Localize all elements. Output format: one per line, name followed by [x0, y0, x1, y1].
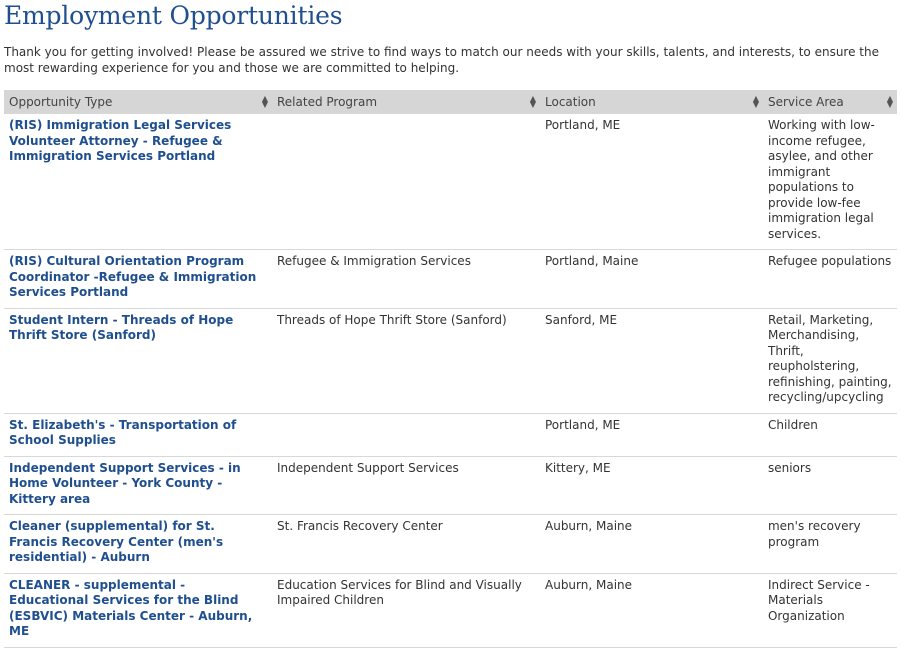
- location-cell: Auburn, Maine: [540, 573, 763, 648]
- location-cell: Auburn, Maine: [540, 514, 763, 574]
- service-area-cell: Refugee populations: [762, 249, 897, 309]
- header-opportunity-type[interactable]: Opportunity Type ▲ ▼: [4, 90, 272, 114]
- opportunity-type-cell: Cleaner (supplemental) for St. Francis R…: [4, 514, 272, 574]
- service-area-cell: seniors: [762, 456, 897, 515]
- intro-text: Thank you for getting involved! Please b…: [4, 45, 879, 75]
- table-row: (RIS) Immigration Legal Services Volunte…: [4, 114, 897, 250]
- location-cell: Kittery, ME: [540, 456, 763, 515]
- sort-updown-icon: ▲ ▼: [529, 94, 536, 109]
- opportunity-type-cell: Student Intern - Threads of Hope Thrift …: [4, 308, 272, 414]
- related-program-cell: Refugee & Immigration Services: [272, 249, 540, 309]
- page-title: Employment Opportunities: [4, 1, 343, 30]
- service-area-cell: men's recovery program: [762, 514, 897, 574]
- opportunity-type-cell: (RIS) Immigration Legal Services Volunte…: [4, 114, 272, 250]
- table-header-row: Opportunity Type ▲ ▼ Related Program ▲ ▼ L…: [4, 90, 897, 114]
- table-row: Independent Support Services - in Home V…: [4, 456, 897, 515]
- location-cell: Portland, ME: [540, 413, 763, 457]
- opportunity-link[interactable]: CLEANER - supplemental - Educational Ser…: [9, 578, 252, 639]
- related-program-cell: Threads of Hope Thrift Store (Sanford): [272, 308, 540, 414]
- header-label: Service Area: [767, 95, 844, 109]
- opportunity-link[interactable]: (RIS) Cultural Orientation Program Coord…: [9, 254, 256, 299]
- sort-updown-icon: ▲ ▼: [752, 94, 759, 109]
- sort-updown-icon: ▲ ▼: [886, 94, 893, 109]
- opportunity-type-cell: St. Elizabeth's - Transportation of Scho…: [4, 413, 272, 457]
- opportunity-link[interactable]: Independent Support Services - in Home V…: [9, 461, 241, 506]
- header-location[interactable]: Location ▲ ▼: [540, 90, 763, 114]
- related-program-cell: Independent Support Services: [272, 456, 540, 515]
- header-label: Related Program: [277, 95, 378, 109]
- service-area-cell: Retail, Marketing, Merchandising, Thrift…: [762, 308, 897, 414]
- table-row: St. Elizabeth's - Transportation of Scho…: [4, 413, 897, 457]
- location-cell: Portland, Maine: [540, 249, 763, 309]
- opportunity-link[interactable]: (RIS) Immigration Legal Services Volunte…: [9, 118, 231, 163]
- table-row: (RIS) Cultural Orientation Program Coord…: [4, 249, 897, 309]
- header-label: Opportunity Type: [9, 95, 113, 109]
- opportunity-link[interactable]: St. Elizabeth's - Transportation of Scho…: [9, 418, 236, 448]
- service-area-cell: Indirect Service - Materials Organizatio…: [762, 573, 897, 648]
- sort-updown-icon: ▲ ▼: [261, 94, 268, 109]
- opportunity-type-cell: Independent Support Services - in Home V…: [4, 456, 272, 515]
- related-program-cell: [272, 114, 540, 250]
- related-program-cell: [272, 413, 540, 457]
- opportunity-type-cell: (RIS) Cultural Orientation Program Coord…: [4, 249, 272, 309]
- opportunity-link[interactable]: Student Intern - Threads of Hope Thrift …: [9, 313, 233, 343]
- service-area-cell: Children: [762, 413, 897, 457]
- service-area-cell: Working with low-income refugee, asylee,…: [762, 114, 897, 250]
- location-cell: Portland, ME: [540, 114, 763, 250]
- page-content: Employment Opportunities Thank you for g…: [4, 0, 897, 648]
- location-cell: Sanford, ME: [540, 308, 763, 414]
- header-service-area[interactable]: Service Area ▲ ▼: [762, 90, 897, 114]
- table-row: Student Intern - Threads of Hope Thrift …: [4, 308, 897, 414]
- table-row: CLEANER - supplemental - Educational Ser…: [4, 573, 897, 648]
- related-program-cell: Education Services for Blind and Visuall…: [272, 573, 540, 648]
- opportunity-type-cell: CLEANER - supplemental - Educational Ser…: [4, 573, 272, 648]
- table-row: Cleaner (supplemental) for St. Francis R…: [4, 514, 897, 574]
- header-label: Location: [545, 95, 596, 109]
- opportunity-link[interactable]: Cleaner (supplemental) for St. Francis R…: [9, 519, 223, 564]
- opportunities-table: Opportunity Type ▲ ▼ Related Program ▲ ▼ L…: [4, 90, 897, 648]
- header-related-program[interactable]: Related Program ▲ ▼: [272, 90, 540, 114]
- related-program-cell: St. Francis Recovery Center: [272, 514, 540, 574]
